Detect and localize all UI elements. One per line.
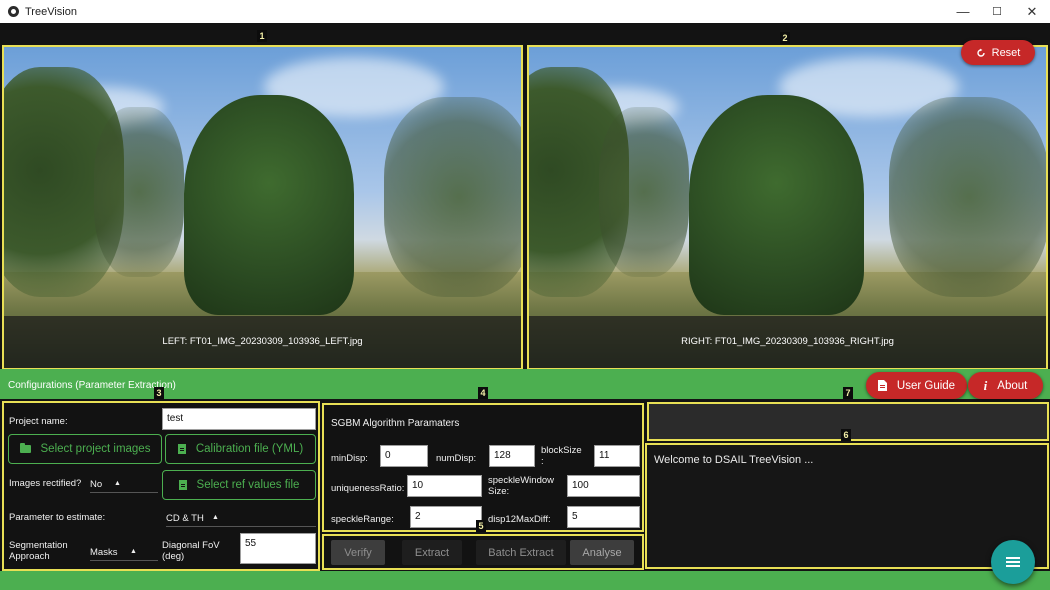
- file-icon: [177, 444, 186, 454]
- rectified-value: No: [90, 479, 103, 490]
- uniqueness-ratio-input[interactable]: 10: [407, 475, 482, 497]
- speckle-window-size-input[interactable]: 100: [567, 475, 640, 497]
- select-project-images-button[interactable]: Select project images: [8, 434, 162, 464]
- config-panel: Project name: test Select project images…: [2, 401, 320, 571]
- log-panel: Welcome to DSAIL TreeVision ...: [645, 443, 1049, 569]
- about-button[interactable]: i About: [968, 372, 1043, 399]
- reset-label: Reset: [991, 46, 1021, 59]
- calibration-file-button[interactable]: Calibration file (YML): [165, 434, 316, 464]
- min-disp-input[interactable]: 0: [380, 445, 428, 467]
- parameter-label: Parameter to estimate:: [9, 512, 106, 523]
- bottom-band: [0, 571, 1050, 590]
- left-image-panel: LEFT: FT01_IMG_20230309_103936_LEFT.jpg: [2, 45, 523, 370]
- rectified-label: Images rectified?: [9, 478, 82, 489]
- refresh-icon: [976, 48, 985, 57]
- app-main: LEFT: FT01_IMG_20230309_103936_LEFT.jpg …: [0, 23, 1050, 590]
- parameter-value: CD & TH: [166, 513, 204, 524]
- speckle-window-size-label: speckleWindow Size:: [488, 475, 554, 497]
- about-label: About: [997, 379, 1028, 392]
- window-title: TreeVision: [25, 5, 77, 18]
- sgbm-panel: SGBM Algorithm Paramaters minDisp: 0 num…: [322, 403, 644, 532]
- maximize-button[interactable]: ☐: [980, 0, 1014, 23]
- uniqueness-ratio-label: uniquenessRatio:: [331, 483, 405, 494]
- marker-7: 7: [843, 387, 853, 399]
- menu-fab-button[interactable]: [991, 540, 1035, 584]
- marker-6: 6: [841, 429, 851, 441]
- info-icon: i: [983, 377, 988, 393]
- right-image-panel: RIGHT: FT01_IMG_20230309_103936_RIGHT.jp…: [527, 45, 1048, 370]
- fov-input[interactable]: 55: [240, 533, 316, 564]
- dropdown-arrow-icon: ▲: [212, 514, 219, 521]
- verify-button[interactable]: Verify: [331, 540, 385, 565]
- right-image-caption: RIGHT: FT01_IMG_20230309_103936_RIGHT.jp…: [529, 316, 1046, 368]
- marker-5: 5: [476, 520, 486, 532]
- dropdown-arrow-icon: ▲: [114, 480, 121, 487]
- minimize-button[interactable]: —: [946, 0, 980, 23]
- segmentation-label: Segmentation Approach: [9, 540, 68, 562]
- user-guide-button[interactable]: User Guide: [866, 372, 967, 399]
- block-size-label: blockSize :: [541, 445, 582, 467]
- marker-4: 4: [478, 387, 488, 399]
- block-size-input[interactable]: 11: [594, 445, 640, 467]
- log-text: Welcome to DSAIL TreeVision ...: [654, 454, 814, 466]
- num-disp-input[interactable]: 128: [489, 445, 535, 467]
- reset-button[interactable]: Reset: [961, 40, 1035, 65]
- marker-3: 3: [154, 387, 164, 399]
- title-bar: TreeVision — ☐ ✕: [0, 0, 1050, 23]
- parameter-dropdown[interactable]: CD & TH ▲: [166, 513, 316, 527]
- user-guide-label: User Guide: [896, 379, 956, 392]
- select-ref-values-button[interactable]: Select ref values file: [162, 470, 316, 500]
- calibration-file-label: Calibration file (YML): [195, 443, 304, 455]
- disp12-max-diff-label: disp12MaxDiff:: [488, 514, 551, 525]
- config-title: Configurations (Parameter Extraction): [8, 380, 176, 391]
- project-name-label: Project name:: [9, 416, 68, 427]
- sgbm-title: SGBM Algorithm Paramaters: [331, 418, 460, 429]
- rectified-dropdown[interactable]: No ▲: [90, 479, 158, 493]
- segmentation-dropdown[interactable]: Masks ▲: [90, 547, 158, 561]
- num-disp-label: numDisp:: [436, 453, 477, 464]
- analyse-button[interactable]: Analyse: [570, 540, 634, 565]
- select-project-images-label: Select project images: [40, 443, 151, 455]
- actions-panel: Verify Extract Batch Extract Analyse: [322, 534, 644, 570]
- extract-button[interactable]: Extract: [402, 540, 462, 565]
- menu-icon: [1006, 561, 1020, 563]
- fov-label: Diagonal FoV (deg): [162, 540, 220, 562]
- batch-extract-button[interactable]: Batch Extract: [476, 540, 566, 565]
- app-logo-icon: [8, 6, 19, 17]
- marker-2: 2: [780, 32, 790, 44]
- select-ref-values-label: Select ref values file: [196, 479, 300, 491]
- speckle-range-input[interactable]: 2: [410, 506, 482, 528]
- close-button[interactable]: ✕: [1015, 0, 1049, 23]
- dropdown-arrow-icon: ▲: [130, 548, 137, 555]
- document-icon: [877, 380, 887, 391]
- disp12-max-diff-input[interactable]: 5: [567, 506, 640, 528]
- marker-1: 1: [257, 30, 267, 42]
- file-icon: [178, 480, 187, 490]
- segmentation-value: Masks: [90, 547, 118, 558]
- left-image-caption: LEFT: FT01_IMG_20230309_103936_LEFT.jpg: [4, 316, 521, 368]
- folder-icon: [19, 443, 31, 453]
- speckle-range-label: speckleRange:: [331, 514, 394, 525]
- project-name-input[interactable]: test: [162, 408, 316, 430]
- min-disp-label: minDisp:: [331, 453, 368, 464]
